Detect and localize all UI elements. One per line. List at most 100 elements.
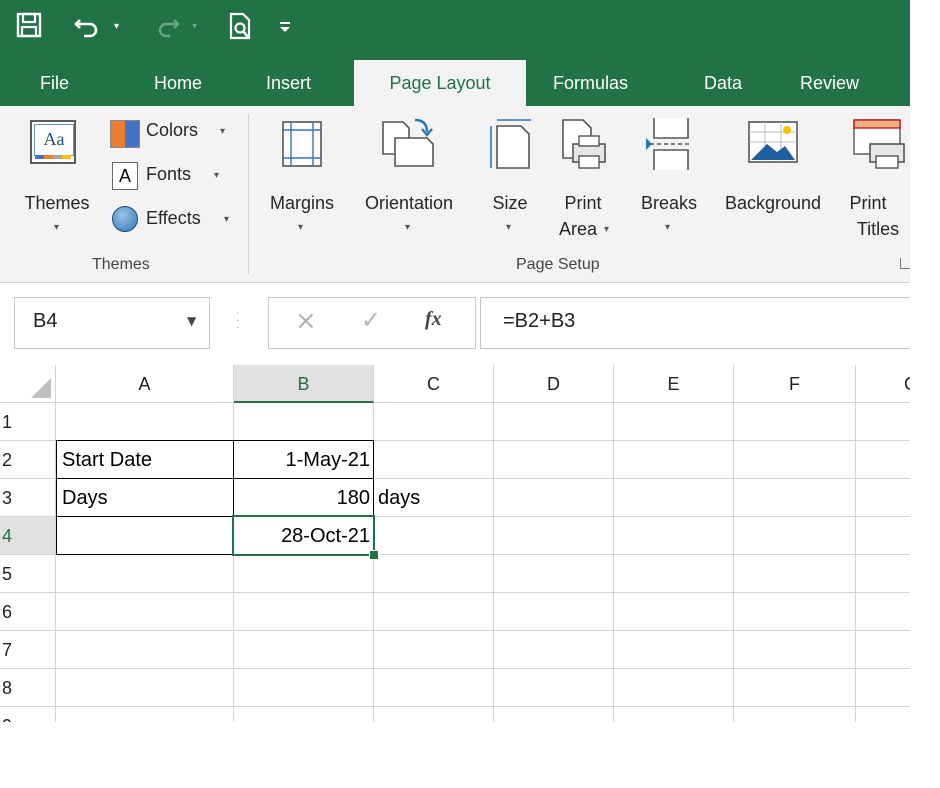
gridline [56, 706, 910, 707]
row-header-5[interactable]: 5 [0, 555, 56, 593]
chevron-down-icon: ▾ [224, 214, 230, 225]
redo-icon[interactable] [158, 12, 182, 42]
size-label: Size [492, 193, 528, 213]
print-area-label-line2: Area [558, 219, 598, 239]
row-header-9[interactable]: 9 [0, 707, 56, 722]
row-header-3[interactable]: 3 [0, 479, 56, 517]
orientation-button[interactable]: Orientation ▾ [348, 112, 470, 242]
redo-dropdown-icon[interactable]: ▾ [192, 12, 197, 42]
print-titles-icon [853, 119, 905, 169]
print-titles-label-line1: Print [849, 193, 887, 213]
formula-input[interactable]: =B2+B3 [480, 297, 910, 349]
cell-a3[interactable]: Days [62, 479, 230, 517]
orientation-icon [382, 118, 434, 167]
effects-icon [112, 206, 138, 232]
background-button[interactable]: Background [708, 112, 838, 242]
undo-dropdown-icon[interactable]: ▾ [114, 12, 119, 42]
column-header-c[interactable]: C [374, 365, 494, 403]
row-header-8[interactable]: 8 [0, 669, 56, 707]
insert-function-icon[interactable]: fx [425, 308, 442, 331]
page-setup-group-label: Page Setup [516, 256, 600, 273]
print-preview-icon[interactable] [228, 12, 254, 42]
cell-c3[interactable]: days [378, 479, 488, 517]
fonts-button[interactable]: A Fonts ▾ [108, 160, 234, 194]
margins-label: Margins [269, 193, 335, 213]
colors-label: Colors [146, 120, 199, 140]
gridline [56, 668, 910, 669]
chevron-down-icon: ▾ [506, 222, 512, 233]
column-header-a[interactable]: A [56, 365, 234, 403]
tab-insert[interactable]: Insert [266, 60, 311, 106]
active-cell-selection [232, 515, 375, 556]
tab-data[interactable]: Data [704, 60, 742, 106]
cancel-icon[interactable]: × [295, 306, 317, 336]
worksheet-grid[interactable]: A B C D E F G 1 2 3 4 5 6 7 8 9 [0, 365, 910, 722]
cell-a2[interactable]: Start Date [62, 441, 230, 479]
row-header-6[interactable]: 6 [0, 593, 56, 631]
tab-review[interactable]: Review [800, 60, 859, 106]
tab-page-layout[interactable]: Page Layout [354, 60, 526, 108]
quick-access-toolbar: ▾ ▾ [0, 0, 910, 60]
row-header-2[interactable]: 2 [0, 441, 56, 479]
excel-window: ▾ ▾ File Home Insert Page Layout Formula… [0, 0, 910, 722]
row-header-1[interactable]: 1 [0, 403, 56, 441]
chevron-down-icon: ▾ [54, 222, 60, 233]
size-button[interactable]: Size ▾ [478, 112, 542, 242]
dialog-launcher-icon[interactable] [900, 258, 910, 269]
print-area-label-line1: Print [564, 193, 602, 213]
formula-bar-grip-icon: · · · [236, 309, 240, 334]
formula-bar: B4 ▼ · · · × ✓ fx =B2+B3 [0, 283, 910, 365]
enter-icon[interactable]: ✓ [361, 306, 381, 334]
name-box[interactable]: B4 ▼ [14, 297, 210, 349]
themes-button[interactable]: Aa Themes ▾ [12, 112, 102, 242]
themes-icon: Aa [30, 120, 76, 164]
chevron-down-icon: ▾ [220, 126, 226, 137]
group-divider [248, 114, 249, 274]
tab-file[interactable]: File [40, 60, 69, 106]
margins-icon [282, 121, 322, 167]
print-area-icon [562, 119, 606, 169]
chevron-down-icon[interactable]: ▼ [187, 314, 196, 328]
row-header-7[interactable]: 7 [0, 631, 56, 669]
select-all-button[interactable] [0, 365, 56, 403]
print-titles-label-line2: Titles [856, 219, 900, 239]
fonts-icon: A [112, 162, 138, 190]
margins-button[interactable]: Margins ▾ [258, 112, 346, 242]
row-header-4[interactable]: 4 [0, 517, 56, 555]
cell-b2[interactable]: 1-May-21 [236, 441, 370, 479]
print-titles-button[interactable]: Print Titles [846, 112, 910, 242]
background-icon [748, 121, 798, 163]
column-header-e[interactable]: E [614, 365, 734, 403]
colors-icon [110, 120, 140, 148]
print-area-button[interactable]: Print Area ▾ [548, 112, 618, 242]
cell-b3[interactable]: 180 [236, 479, 370, 517]
column-header-f[interactable]: F [734, 365, 856, 403]
formula-buttons: × ✓ fx [268, 297, 476, 349]
gridline [56, 592, 910, 593]
fill-handle[interactable] [369, 550, 379, 560]
tab-formulas[interactable]: Formulas [553, 60, 628, 106]
size-icon [490, 119, 531, 169]
themes-group-label: Themes [92, 256, 150, 273]
chevron-down-icon: ▾ [604, 224, 610, 235]
background-label: Background [724, 193, 822, 213]
effects-button[interactable]: Effects ▾ [108, 204, 234, 238]
colors-button[interactable]: Colors ▾ [108, 116, 234, 150]
gridline [613, 403, 614, 722]
gridline [493, 403, 494, 722]
column-header-b[interactable]: B [234, 365, 374, 403]
customize-qat-icon[interactable] [278, 12, 292, 42]
ribbon: Aa Themes ▾ Colors ▾ A Fonts ▾ Effects ▾… [0, 106, 910, 283]
column-header-g[interactable]: G [856, 365, 910, 403]
save-icon[interactable] [16, 12, 42, 42]
chevron-down-icon: ▾ [214, 170, 220, 181]
column-header-d[interactable]: D [494, 365, 614, 403]
formula-text: =B2+B3 [503, 310, 576, 332]
undo-icon[interactable] [74, 12, 100, 42]
breaks-label: Breaks [640, 193, 698, 213]
name-box-value: B4 [33, 310, 58, 332]
breaks-button[interactable]: Breaks ▾ [632, 112, 706, 242]
tab-home[interactable]: Home [154, 60, 202, 106]
ribbon-tabs: File Home Insert Page Layout Formulas Da… [0, 60, 910, 108]
gridline [733, 403, 734, 722]
